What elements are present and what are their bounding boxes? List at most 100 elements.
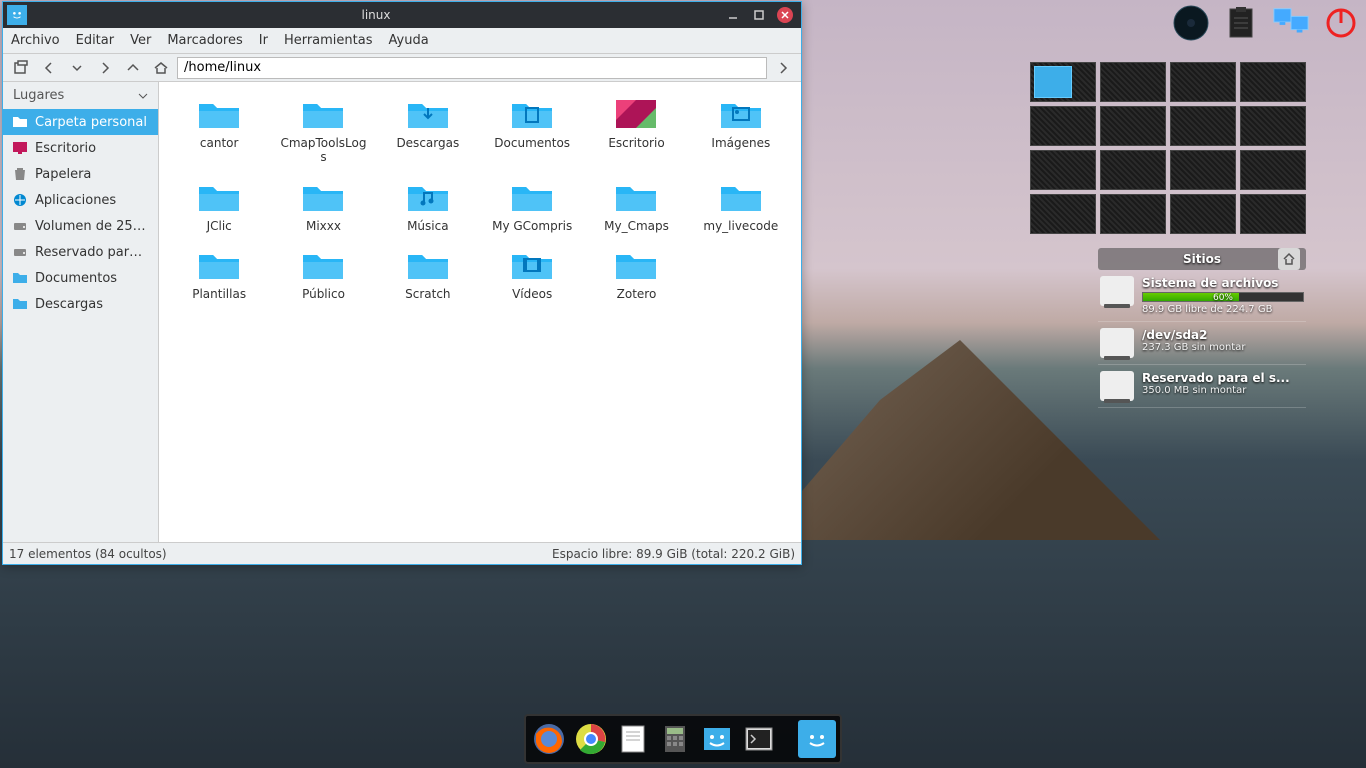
minimize-button[interactable] <box>725 7 741 23</box>
dock-files[interactable] <box>698 720 736 758</box>
folder-item[interactable]: cantor <box>167 90 271 169</box>
dock-terminal[interactable] <box>740 720 778 758</box>
folder-item[interactable]: my_livecode <box>689 173 793 237</box>
folder-item[interactable]: Zotero <box>584 241 688 305</box>
workspace-8[interactable] <box>1030 150 1096 190</box>
close-button[interactable] <box>777 7 793 23</box>
sitios-row[interactable]: /dev/sda2237.3 GB sin montar <box>1098 322 1306 365</box>
maximize-button[interactable] <box>751 7 767 23</box>
sidebar-item-5[interactable]: Reservado para e... <box>3 239 158 265</box>
disk-usage-bar: 60% <box>1142 292 1304 302</box>
folder-item[interactable]: JClic <box>167 173 271 237</box>
sitios-row-sub: 237.3 GB sin montar <box>1142 342 1304 353</box>
workspace-14[interactable] <box>1170 194 1236 234</box>
folder-item[interactable]: Música <box>376 173 480 237</box>
menu-ir[interactable]: Ir <box>259 33 268 48</box>
menu-herramientas[interactable]: Herramientas <box>284 33 373 48</box>
folder-item[interactable]: Público <box>271 241 375 305</box>
folder-label: Música <box>407 219 449 233</box>
folder-label: My_Cmaps <box>604 219 669 233</box>
menu-ayuda[interactable]: Ayuda <box>389 33 429 48</box>
sidebar-item-0[interactable]: Carpeta personal <box>3 109 158 135</box>
chevron-down-icon <box>138 91 148 101</box>
folder-item[interactable]: Vídeos <box>480 241 584 305</box>
sidebar-item-3[interactable]: Aplicaciones <box>3 187 158 213</box>
folder-item[interactable]: Plantillas <box>167 241 271 305</box>
sidebar-item-label: Descargas <box>35 297 103 312</box>
workspace-15[interactable] <box>1240 194 1306 234</box>
sidebar-item-7[interactable]: Descargas <box>3 291 158 317</box>
menu-marcadores[interactable]: Marcadores <box>167 33 242 48</box>
go-icon[interactable] <box>771 56 795 80</box>
folder-view[interactable]: cantorCmapToolsLogs Descargas Documentos Es… <box>159 82 801 542</box>
clipboard-icon[interactable] <box>1222 4 1260 42</box>
disc-icon[interactable] <box>1172 4 1210 42</box>
sitios-row[interactable]: Sistema de archivos60%89.9 GB libre de 2… <box>1098 270 1306 322</box>
folder-item[interactable]: Documentos <box>480 90 584 169</box>
folder-item[interactable]: My_Cmaps <box>584 173 688 237</box>
folder-label: Imágenes <box>711 136 770 150</box>
up-icon[interactable] <box>121 56 145 80</box>
back-icon[interactable] <box>37 56 61 80</box>
folder-icon <box>195 177 243 217</box>
sitios-home-icon[interactable] <box>1278 248 1300 270</box>
sitios-row[interactable]: Reservado para el s...350.0 MB sin monta… <box>1098 365 1306 408</box>
folder-icon <box>299 245 347 285</box>
home-icon[interactable] <box>149 56 173 80</box>
workspace-1[interactable] <box>1100 62 1166 102</box>
folder-item[interactable]: Imágenes <box>689 90 793 169</box>
folder-icon <box>404 245 452 285</box>
workspace-12[interactable] <box>1030 194 1096 234</box>
workspace-2[interactable] <box>1170 62 1236 102</box>
sidebar-item-4[interactable]: Volumen de 255 ... <box>3 213 158 239</box>
apps-icon <box>11 191 29 209</box>
address-bar[interactable]: /home/linux <box>177 57 767 79</box>
dock-chrome[interactable] <box>572 720 610 758</box>
drive-icon <box>11 217 29 235</box>
sitios-row-title: /dev/sda2 <box>1142 328 1304 342</box>
workspace-11[interactable] <box>1240 150 1306 190</box>
dock-firefox[interactable] <box>530 720 568 758</box>
sidebar: Lugares Carpeta personalEscritorioPapele… <box>3 82 159 542</box>
workspace-pager <box>1030 62 1306 234</box>
sidebar-item-2[interactable]: Papelera <box>3 161 158 187</box>
folder-icon <box>195 94 243 134</box>
menu-editar[interactable]: Editar <box>76 33 115 48</box>
workspace-13[interactable] <box>1100 194 1166 234</box>
folder-item[interactable]: Scratch <box>376 241 480 305</box>
workspace-4[interactable] <box>1030 106 1096 146</box>
window-titlebar[interactable]: linux <box>3 2 801 28</box>
sidebar-item-label: Reservado para e... <box>35 245 150 260</box>
network-icon[interactable] <box>1272 4 1310 42</box>
window-app-icon <box>7 5 27 25</box>
folder-item[interactable]: Mixxx <box>271 173 375 237</box>
workspace-6[interactable] <box>1170 106 1236 146</box>
history-dropdown-icon[interactable] <box>65 56 89 80</box>
menu-archivo[interactable]: Archivo <box>11 33 60 48</box>
folder-label: CmapToolsLogs <box>278 136 368 165</box>
workspace-0[interactable] <box>1030 62 1096 102</box>
workspace-7[interactable] <box>1240 106 1306 146</box>
workspace-10[interactable] <box>1170 150 1236 190</box>
workspace-3[interactable] <box>1240 62 1306 102</box>
workspace-5[interactable] <box>1100 106 1166 146</box>
folder-label: Mixxx <box>306 219 341 233</box>
folder-item[interactable]: My GCompris <box>480 173 584 237</box>
folder-item[interactable]: CmapToolsLogs <box>271 90 375 169</box>
workspace-9[interactable] <box>1100 150 1166 190</box>
new-tab-icon[interactable] <box>9 56 33 80</box>
sidebar-item-6[interactable]: Documentos <box>3 265 158 291</box>
sidebar-item-1[interactable]: Escritorio <box>3 135 158 161</box>
folder-icon <box>612 245 660 285</box>
dock-calc[interactable] <box>656 720 694 758</box>
sidebar-places-header[interactable]: Lugares <box>3 82 158 109</box>
folder-item[interactable]: Descargas <box>376 90 480 169</box>
folder-label: Documentos <box>494 136 570 150</box>
menu-ver[interactable]: Ver <box>130 33 151 48</box>
power-icon[interactable] <box>1322 4 1360 42</box>
dock-files-running[interactable] <box>798 720 836 758</box>
drive-icon <box>1100 371 1134 401</box>
forward-icon[interactable] <box>93 56 117 80</box>
dock-writer[interactable] <box>614 720 652 758</box>
folder-item[interactable]: Escritorio <box>584 90 688 169</box>
